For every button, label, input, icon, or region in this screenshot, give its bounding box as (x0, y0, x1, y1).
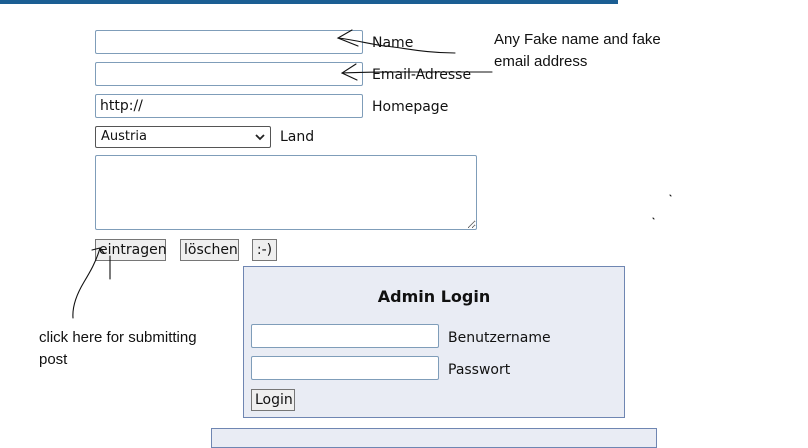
bottom-panel-edge (211, 428, 657, 448)
password-label: Passwort (448, 362, 511, 378)
admin-login-title: Admin Login (377, 287, 491, 306)
email-input[interactable] (95, 62, 363, 86)
login-button[interactable]: Login (251, 389, 295, 411)
clear-button[interactable]: löschen (180, 239, 239, 261)
username-input[interactable] (251, 324, 439, 348)
homepage-label: Homepage (372, 99, 449, 115)
email-label: Email-Adresse (372, 67, 472, 83)
name-input[interactable] (95, 30, 363, 54)
username-label: Benutzername (448, 330, 551, 346)
homepage-input[interactable] (95, 94, 363, 118)
annotation-note-fake-name: Any Fake name and fake email address (494, 31, 661, 70)
country-label: Land (280, 129, 315, 145)
country-selected-value: Austria (101, 129, 147, 144)
chevron-down-icon (255, 134, 265, 141)
name-label: Name (372, 35, 414, 51)
country-select[interactable]: Austria (95, 126, 271, 148)
message-textarea[interactable] (95, 155, 477, 230)
smiley-button[interactable]: :-) (252, 239, 277, 261)
password-input[interactable] (251, 356, 439, 380)
admin-login-panel: Admin Login Benutzername Passwort Login (243, 266, 625, 418)
top-accent-bar (0, 0, 618, 4)
annotation-note-submit: click here for submitting post (39, 329, 197, 368)
submit-button[interactable]: eintragen (95, 239, 167, 261)
